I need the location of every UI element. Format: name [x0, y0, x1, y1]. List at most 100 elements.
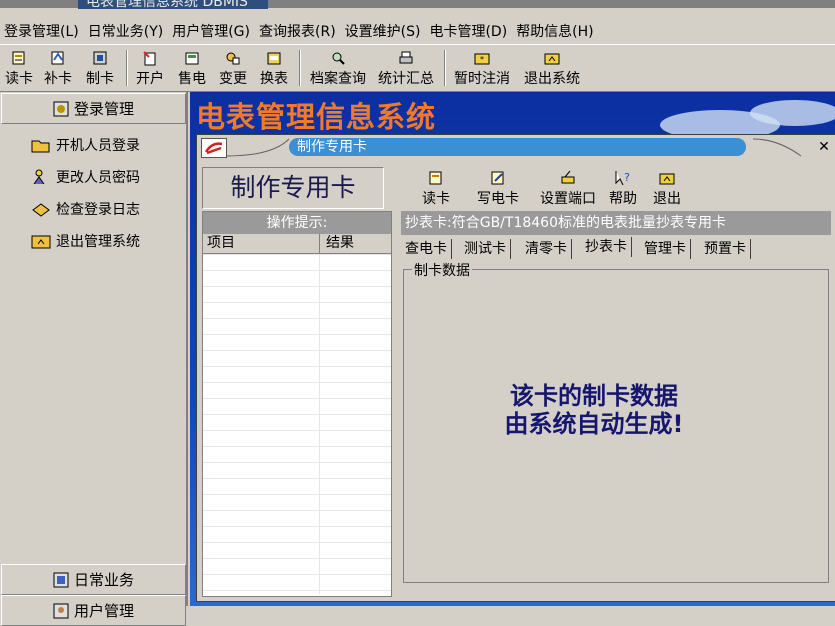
logout-folder-icon: *: [474, 53, 490, 65]
reissue-card-icon: [51, 51, 64, 65]
message-line-2: 由系统自动生成!: [504, 410, 684, 438]
port-icon: [561, 170, 575, 184]
make-card-icon: [93, 51, 107, 65]
tab-preset-card[interactable]: 预置卡: [700, 239, 751, 259]
app-logo-icon: [201, 138, 227, 158]
message-line-1: 该卡的制卡数据: [510, 382, 678, 410]
sidebar-item-label: 开机人员登录: [56, 138, 140, 154]
hints-grid[interactable]: [203, 254, 391, 594]
open-account-icon: [143, 51, 156, 66]
window-title-bar: 电表管理信息系统 DBMIS: [0, 0, 835, 12]
log-book-icon: [32, 203, 50, 217]
sidebar-section-label: 日常业务: [73, 571, 134, 589]
exit-folder-icon: [31, 235, 51, 249]
menu-settings[interactable]: 设置维护(S): [341, 21, 426, 41]
sidebar-item-operator-login[interactable]: 开机人员登录: [31, 133, 140, 157]
write-card-button[interactable]: 写电卡: [474, 169, 522, 208]
sidebar-item-label: 更改人员密码: [56, 170, 140, 186]
child-window-toolbar: 制作专用卡 读卡 写电卡 设置端口 ? 帮助 退出: [202, 165, 831, 209]
statistics-label: 统计汇总: [378, 71, 434, 87]
sidebar-item-login-log[interactable]: 检查登录日志: [31, 197, 140, 221]
write-card-icon: [491, 171, 504, 185]
write-card-label: 写电卡: [477, 191, 519, 207]
replace-meter-button[interactable]: 换表: [257, 47, 291, 89]
menu-cards[interactable]: 电卡管理(D): [425, 21, 512, 41]
make-card-button[interactable]: 制卡: [84, 47, 116, 89]
archive-query-icon: [332, 52, 345, 65]
caption-curve-decoration: [227, 138, 290, 157]
menu-reports[interactable]: 查询报表(R): [255, 21, 341, 41]
make-special-card-window: 制作专用卡 ✕ 制作专用卡 读卡 写电卡 设置端口 ? 帮助 退出 操作提示: …: [196, 134, 835, 602]
exit-folder-icon: [659, 173, 675, 185]
exit-system-label: 退出系统: [524, 71, 580, 87]
exit-folder-icon: [544, 53, 560, 65]
toolbar-separator: [126, 50, 128, 86]
read-card-icon: [12, 51, 25, 65]
reissue-card-button[interactable]: 补卡: [42, 47, 74, 89]
person-key-icon: [33, 169, 45, 185]
cloud-decoration: [750, 100, 835, 126]
sell-power-label: 售电: [178, 71, 206, 87]
exit-system-button[interactable]: 退出系统: [521, 47, 583, 89]
sell-power-icon: [185, 52, 199, 65]
replace-meter-label: 换表: [260, 71, 288, 87]
sidebar-header-login[interactable]: 登录管理: [1, 93, 186, 124]
operation-hints-panel: 操作提示: 项目 结果: [202, 211, 392, 597]
help-icon: ?: [615, 171, 630, 186]
sidebar-item-label: 退出管理系统: [56, 234, 140, 250]
sidebar-item-label: 检查登录日志: [56, 202, 140, 218]
sidebar-item-exit-management[interactable]: 退出管理系统: [31, 229, 140, 253]
sidebar-header-users[interactable]: 用户管理: [1, 595, 186, 626]
hints-column-headers: 项目 结果: [203, 234, 391, 254]
tab-meter-reading-card[interactable]: 抄表卡: [581, 237, 632, 257]
logout-button[interactable]: * 暂时注消: [451, 47, 513, 89]
read-card-label: 读卡: [422, 191, 450, 207]
printer-icon: [399, 51, 413, 64]
read-card-icon: [429, 171, 442, 185]
card-window-heading: 制作专用卡: [202, 167, 384, 209]
change-button[interactable]: 变更: [216, 47, 250, 89]
app-banner-title: 电表管理信息系统: [196, 100, 437, 134]
sidebar-header-daily[interactable]: 日常业务: [1, 564, 186, 595]
set-port-label: 设置端口: [540, 191, 596, 207]
statistics-button[interactable]: 统计汇总: [375, 47, 437, 89]
tab-test-card[interactable]: 测试卡: [460, 239, 511, 259]
sidebar-item-change-password[interactable]: 更改人员密码: [31, 165, 140, 189]
column-result[interactable]: 结果: [326, 234, 354, 253]
svg-text:*: *: [480, 55, 484, 64]
read-card-button[interactable]: 读卡: [3, 47, 35, 89]
menu-login[interactable]: 登录管理(L): [0, 21, 84, 41]
card-area: 抄表卡:符合GB/T18460标准的电表批量抄表专用卡 查电卡 测试卡 清零卡 …: [401, 211, 831, 595]
read-card-button[interactable]: 读卡: [418, 169, 454, 208]
menu-help[interactable]: 帮助信息(H): [512, 21, 598, 41]
sell-power-button[interactable]: 售电: [175, 47, 209, 89]
svg-text:?: ?: [624, 171, 630, 184]
column-item[interactable]: 项目: [207, 234, 235, 253]
tab-check-card[interactable]: 查电卡: [401, 239, 452, 259]
hints-header: 操作提示:: [203, 212, 391, 234]
child-window-title: 制作专用卡: [297, 139, 367, 155]
open-account-label: 开户: [136, 71, 164, 87]
open-account-button[interactable]: 开户: [133, 47, 167, 89]
tab-management-card[interactable]: 管理卡: [640, 239, 691, 259]
toolbar-separator: [444, 50, 446, 86]
sidebar-section-label: 用户管理: [73, 602, 134, 620]
toolbar: 读卡 补卡 制卡 开户 售电 变更 换表 档案查询 统计汇总 * 暂时注消 退出…: [0, 44, 835, 92]
menu-daily[interactable]: 日常业务(Y): [84, 21, 168, 41]
make-card-label: 制卡: [86, 71, 114, 87]
menu-users[interactable]: 用户管理(G): [168, 21, 255, 41]
open-folder-icon: [31, 140, 50, 153]
auto-generate-message: 该卡的制卡数据 由系统自动生成!: [404, 382, 784, 438]
help-label: 帮助: [609, 191, 637, 207]
close-icon[interactable]: ✕: [817, 140, 831, 154]
archive-query-button[interactable]: 档案查询: [307, 47, 369, 89]
exit-button[interactable]: 退出: [650, 169, 684, 208]
reissue-card-label: 补卡: [44, 71, 72, 87]
help-button[interactable]: ? 帮助: [606, 169, 640, 208]
card-data-group: 制卡数据 该卡的制卡数据 由系统自动生成!: [403, 260, 829, 583]
set-port-button[interactable]: 设置端口: [536, 169, 600, 208]
archive-query-label: 档案查询: [310, 71, 366, 87]
tab-clear-card[interactable]: 清零卡: [521, 239, 572, 259]
child-window-caption: 制作专用卡 ✕: [197, 135, 835, 159]
exit-label: 退出: [653, 191, 681, 207]
